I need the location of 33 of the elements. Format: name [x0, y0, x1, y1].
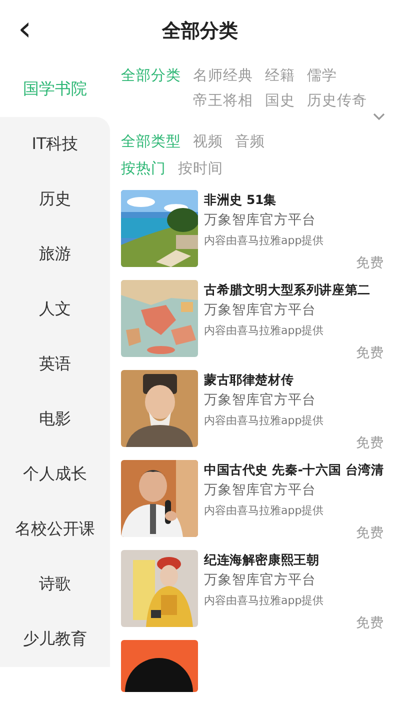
source-note: 内容由喜马拉雅app提供 [204, 503, 325, 518]
item-title[interactable]: 非洲史 51集 [204, 192, 396, 209]
item-title[interactable]: 古希腊文明大型系列讲座第二 [204, 282, 396, 299]
publisher-text: 万象智库官方平台 [204, 211, 317, 229]
category-item[interactable]: 名校公开课 [0, 502, 110, 557]
category-item[interactable]: 少儿教育 [0, 612, 110, 667]
price-label: 免费 [356, 614, 384, 632]
category-item[interactable]: IT科技 [0, 117, 110, 172]
source-note: 内容由喜马拉雅app提供 [204, 233, 325, 248]
publisher-text: 万象智库官方平台 [204, 301, 317, 319]
price-label: 免费 [356, 254, 384, 272]
publisher-text: 万象智库官方平台 [204, 481, 317, 499]
item-title[interactable]: 中国古代史 先秦-十六国 台湾清 [204, 462, 396, 479]
category-item[interactable]: 历史 [0, 172, 110, 227]
publisher-text: 万象智库官方平台 [204, 571, 317, 589]
price-label: 免费 [356, 344, 384, 362]
expand-chevron-icon[interactable] [373, 113, 385, 121]
category-item[interactable]: 人文 [0, 282, 110, 337]
price-label: 免费 [356, 434, 384, 452]
item-title[interactable]: 蒙古耶律楚材传 [204, 372, 396, 389]
category-item[interactable]: 诗歌 [0, 557, 110, 612]
category-item[interactable]: 个人成长 [0, 447, 110, 502]
price-label: 免费 [356, 524, 384, 542]
back-button[interactable]: ‹ [14, 14, 36, 44]
source-note: 内容由喜马拉雅app提供 [204, 413, 325, 428]
item-title[interactable]: 纪连海解密康熙王朝 [204, 552, 396, 569]
source-note: 内容由喜马拉雅app提供 [204, 593, 325, 608]
category-item[interactable]: 英语 [0, 337, 110, 392]
page-title: 全部分类 [162, 19, 238, 44]
publisher-text: 万象智库官方平台 [204, 391, 317, 409]
category-item[interactable]: 电影 [0, 392, 110, 447]
category-item[interactable]: 旅游 [0, 227, 110, 282]
source-note: 内容由喜马拉雅app提供 [204, 323, 325, 338]
